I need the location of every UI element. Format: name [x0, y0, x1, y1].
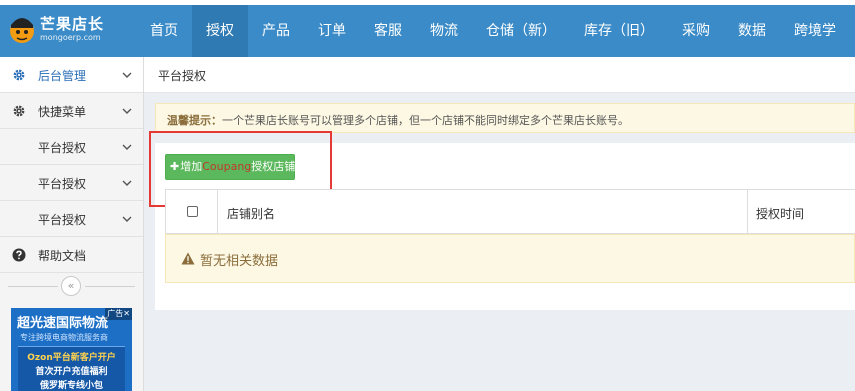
sidebar-item-help[interactable]: 帮助文档 — [0, 237, 143, 273]
ad-close-tag[interactable]: 广告✕ — [105, 308, 132, 320]
chevron-down-icon — [122, 144, 132, 150]
empty-state-text: 暂无相关数据 — [200, 254, 279, 269]
warning-icon — [181, 252, 195, 265]
nav-data[interactable]: 数据 — [724, 5, 780, 57]
nav-auth[interactable]: 授权 — [192, 5, 248, 57]
ad-subtitle: 专注跨境电商物流服务商 — [20, 333, 108, 342]
sidebar-item-platform-auth-2[interactable]: 平台授权 — [0, 165, 143, 201]
chevron-down-icon — [122, 180, 132, 186]
sidebar-item-backend[interactable]: 后台管理 — [0, 57, 143, 93]
nav-logistics[interactable]: 物流 — [416, 5, 472, 57]
gear-icon — [13, 69, 25, 81]
divider — [8, 286, 58, 287]
sidebar-item-label: 快捷菜单 — [38, 105, 87, 119]
nav-inventory-old[interactable]: 库存（旧） — [570, 5, 668, 57]
sidebar-item-label: 帮助文档 — [38, 249, 87, 263]
sidebar-item-label: 平台授权 — [38, 141, 87, 155]
nav-home[interactable]: 首页 — [136, 5, 192, 57]
brand-subtitle: mongoerp.com — [40, 33, 101, 42]
ad-banner[interactable]: 超光速国际物流 广告✕ 专注跨境电商物流服务商 Ozon平台新客户开户 首次开户… — [11, 308, 132, 391]
ad-offer-box: Ozon平台新客户开户 首次开户充值福利 俄罗斯专线小包 — [18, 346, 125, 391]
ad-title: 超光速国际物流 — [17, 316, 109, 331]
main-nav: 首页 授权 产品 订单 客服 物流 仓储（新） 库存（旧） 采购 数据 跨境学 — [136, 5, 850, 57]
stores-table: 店铺别名 授权时间 暂无相关数据 — [165, 189, 855, 283]
tip-text: 温馨提示：一个芒果店长账号可以管理多个店铺，但一个店铺不能同时绑定多个芒果店长账… — [167, 112, 629, 128]
nav-service[interactable]: 客服 — [360, 5, 416, 57]
empty-state: 暂无相关数据 — [165, 234, 855, 283]
divider — [85, 286, 135, 287]
nav-orders[interactable]: 订单 — [304, 5, 360, 57]
nav-purchase[interactable]: 采购 — [668, 5, 724, 57]
collapse-sidebar-button[interactable]: « — [61, 276, 81, 296]
select-all-cell — [165, 190, 218, 234]
chevron-down-icon — [122, 216, 132, 222]
chevron-down-icon — [122, 108, 132, 114]
sidebar-item-label: 后台管理 — [38, 69, 87, 83]
nav-crossborder[interactable]: 跨境学 — [780, 5, 850, 57]
sidebar-item-label: 平台授权 — [38, 177, 87, 191]
tip-banner: 温馨提示：一个芒果店长账号可以管理多个店铺，但一个店铺不能同时绑定多个芒果店长账… — [155, 103, 855, 133]
ad-line-2: 首次开户充值福利 — [35, 367, 108, 377]
tip-label: 温馨提示： — [167, 114, 222, 127]
ad-line-3: 俄罗斯专线小包 — [39, 381, 103, 391]
column-divider — [747, 190, 748, 234]
select-all-checkbox[interactable] — [187, 206, 198, 217]
sidebar-item-platform-auth-3[interactable]: 平台授权 — [0, 201, 143, 237]
chevron-down-icon — [122, 72, 132, 78]
tip-message: 一个芒果店长账号可以管理多个店铺，但一个店铺不能同时绑定多个芒果店长账号。 — [222, 114, 629, 127]
sidebar: 后台管理 快捷菜单 平台授权 平台授权 平台授权 帮助文档 « 超光速国际物流 … — [0, 57, 144, 391]
cog-icon — [13, 105, 25, 117]
nav-warehouse-new[interactable]: 仓储（新） — [472, 5, 570, 57]
table-header: 店铺别名 授权时间 — [165, 189, 855, 234]
ad-line-1: Ozon平台新客户开户 — [27, 353, 116, 363]
question-circle-icon — [12, 248, 26, 262]
sidebar-item-label: 平台授权 — [38, 213, 87, 227]
mango-mascot-icon — [10, 18, 34, 43]
breadcrumb-bar: 平台授权 — [144, 57, 855, 93]
brand-title: 芒果店长 — [40, 15, 105, 33]
breadcrumb: 平台授权 — [158, 69, 207, 83]
column-header-auth-time: 授权时间 — [756, 207, 805, 221]
sidebar-item-platform-auth-1[interactable]: 平台授权 — [0, 129, 143, 165]
sidebar-collapse-row: « — [0, 274, 143, 298]
sidebar-item-shortcuts[interactable]: 快捷菜单 — [0, 93, 143, 129]
nav-products[interactable]: 产品 — [248, 5, 304, 57]
top-header: 芒果店长 mongoerp.com 首页 授权 产品 订单 客服 物流 仓储（新… — [0, 5, 855, 57]
column-header-store-alias: 店铺别名 — [227, 207, 276, 221]
brand-logo[interactable]: 芒果店长 mongoerp.com — [8, 11, 128, 51]
